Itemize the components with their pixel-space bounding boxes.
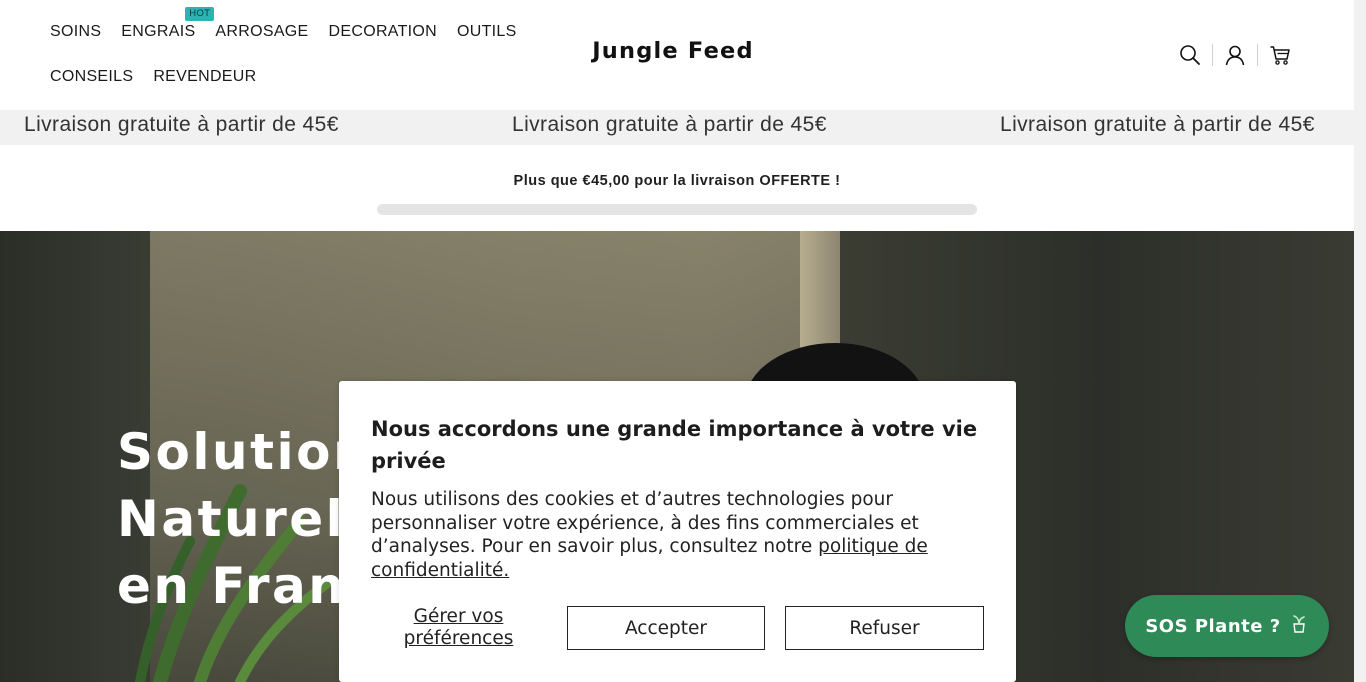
nav-item-revendeur[interactable]: REVENDEUR: [153, 65, 256, 89]
page-scrollbar[interactable]: [1354, 0, 1366, 682]
nav-item-conseils[interactable]: CONSEILS: [50, 65, 133, 89]
sos-plante-button[interactable]: SOS Plante ?: [1125, 595, 1329, 657]
site-logo[interactable]: Jungle Feed: [0, 38, 1346, 64]
cookie-title: Nous accordons une grande importance à v…: [371, 417, 978, 473]
header-icons: [1178, 42, 1292, 68]
cookie-body: Nous utilisons des cookies et d’autres t…: [371, 488, 981, 582]
hot-badge: HOT: [185, 7, 215, 21]
shipping-message: Plus que €45,00 pour la livraison OFFERT…: [513, 173, 841, 189]
accept-cookies-button[interactable]: Accepter: [567, 606, 765, 650]
cart-icon[interactable]: [1268, 42, 1292, 68]
plant-emoji-icon: [1289, 614, 1309, 639]
manage-preferences-link[interactable]: Gérer vos préférences: [371, 606, 546, 650]
main-nav: SOINS ENGRAIS HOT ARROSAGE DECORATION OU…: [50, 7, 520, 110]
cookie-consent-dialog: Nous accordons une grande importance à v…: [339, 381, 1016, 682]
search-icon[interactable]: [1178, 42, 1202, 68]
refuse-cookies-button[interactable]: Refuser: [785, 606, 984, 650]
site-header: SOINS ENGRAIS HOT ARROSAGE DECORATION OU…: [0, 0, 1354, 110]
nav-row-2: CONSEILS REVENDEUR: [50, 65, 520, 110]
header-divider: [1212, 44, 1213, 66]
announcement-bar: Livraison gratuite à partir de 45€ Livra…: [0, 110, 1354, 145]
announcement-text: Livraison gratuite à partir de 45€: [512, 113, 827, 136]
sos-plante-label: SOS Plante ?: [1145, 615, 1281, 637]
free-shipping-progress: Plus que €45,00 pour la livraison OFFERT…: [0, 145, 1354, 231]
announcement-text: Livraison gratuite à partir de 45€: [1000, 113, 1315, 136]
header-divider: [1257, 44, 1258, 66]
shipping-progress-bar: [377, 204, 977, 215]
announcement-text: Livraison gratuite à partir de 45€: [24, 113, 339, 136]
account-icon[interactable]: [1223, 42, 1247, 68]
